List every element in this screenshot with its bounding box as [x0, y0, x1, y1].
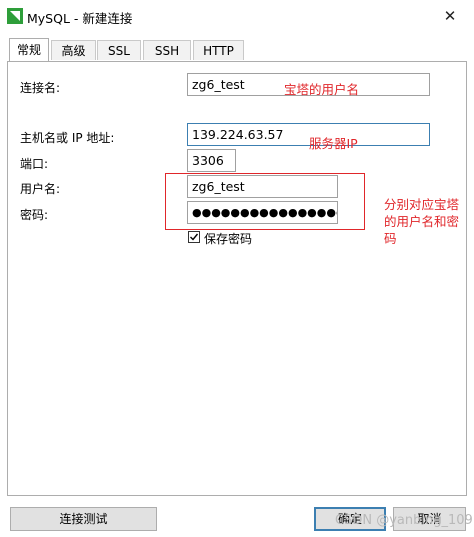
title-bar: MySQL - 新建连接 ✕: [0, 0, 474, 32]
tab-advanced[interactable]: 高级: [51, 40, 96, 60]
username-label: 用户名:: [20, 182, 61, 196]
host-annotation: 服务器IP: [309, 136, 358, 151]
tab-ssh[interactable]: SSH: [143, 40, 191, 60]
credentials-highlight-box: [165, 173, 365, 230]
watermark-text: CSDN @yanbing_109: [335, 513, 473, 528]
credentials-annotation-line3: 码: [384, 231, 397, 246]
port-label: 端口:: [20, 157, 49, 171]
close-icon[interactable]: ✕: [440, 7, 460, 25]
tab-http[interactable]: HTTP: [193, 40, 244, 60]
save-password-checkbox[interactable]: [188, 231, 200, 243]
connection-name-label: 连接名:: [20, 81, 61, 95]
window-title: MySQL - 新建连接: [27, 11, 133, 26]
connection-name-annotation: 宝塔的用户名: [284, 82, 360, 97]
navicat-app-icon: [7, 8, 23, 24]
tab-ssl[interactable]: SSL: [97, 40, 141, 60]
port-input[interactable]: 3306: [187, 149, 236, 172]
checkmark-icon: [190, 233, 199, 241]
save-password-label[interactable]: 保存密码: [204, 230, 252, 247]
password-label: 密码:: [20, 208, 49, 222]
test-connection-button[interactable]: 连接测试: [10, 507, 157, 531]
tab-general[interactable]: 常规: [9, 38, 49, 62]
host-label: 主机名或 IP 地址:: [20, 131, 115, 145]
